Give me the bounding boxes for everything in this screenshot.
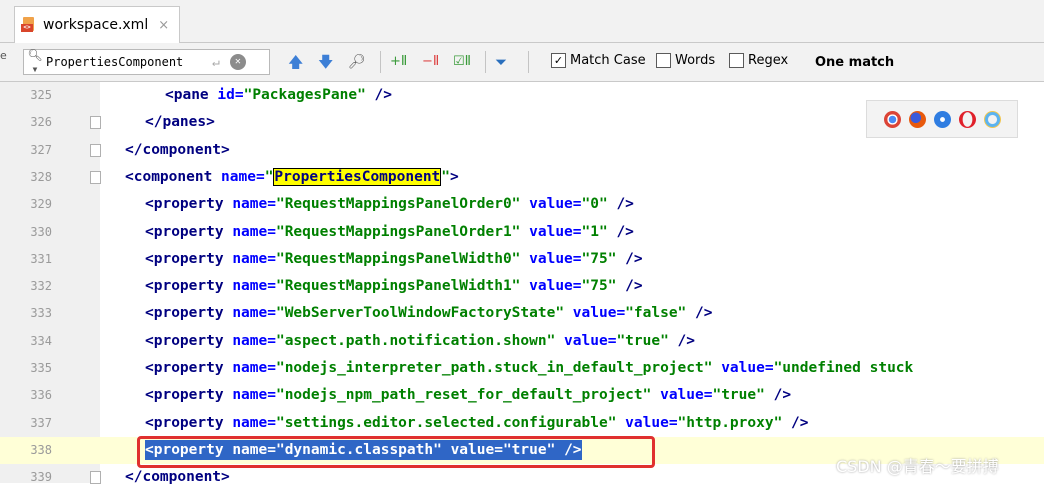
fold-marker-icon[interactable]: [90, 116, 101, 130]
chrome-icon[interactable]: [883, 110, 901, 128]
code-text: <property name="settings.editor.selected…: [145, 414, 809, 431]
search-icon[interactable]: 🔍︎▾: [24, 48, 46, 76]
fold-marker-icon[interactable]: [90, 143, 101, 157]
code-text: </panes>: [145, 114, 215, 131]
code-text: <property name="aspect.path.notification…: [145, 332, 696, 349]
line-number: 338: [30, 442, 52, 457]
firefox-icon[interactable]: [908, 110, 926, 128]
search-input[interactable]: [46, 55, 206, 69]
opera-icon[interactable]: [958, 110, 976, 128]
remove-occurrence-icon[interactable]: −Ⅱ: [422, 52, 439, 72]
code-text: <property name="RequestMappingsPanelOrde…: [145, 196, 634, 213]
fold-marker-icon[interactable]: [90, 170, 101, 184]
code-text: <pane id="PackagesPane" />: [165, 87, 393, 103]
checkbox-box[interactable]: [656, 53, 671, 68]
line-number: 325: [30, 88, 52, 102]
watermark: CSDN @青春～要拼搏: [836, 457, 999, 476]
line-number: 332: [30, 279, 52, 294]
line-number: 337: [30, 415, 52, 430]
add-occurrence-icon[interactable]: +Ⅱ: [390, 52, 407, 72]
code-text: <component name="PropertiesComponent">: [125, 167, 459, 186]
line-number: 329: [30, 197, 52, 212]
match-case-checkbox[interactable]: ✓ Match Case: [551, 53, 646, 68]
clipped-text: e: [0, 49, 7, 62]
tab-workspace-xml[interactable]: <> workspace.xml ×: [14, 6, 181, 43]
line-number: 331: [30, 251, 52, 266]
open-in-browser-bar: [866, 100, 1018, 138]
code-text: <property name="WebServerToolWindowFacto…: [145, 305, 713, 322]
find-all-icon[interactable]: 🔎︎: [348, 52, 366, 72]
line-number: 333: [30, 306, 52, 321]
tab-label: workspace.xml: [43, 17, 149, 33]
code-line[interactable]: 336 <property name="nodejs_npm_path_reset…: [0, 382, 1044, 409]
match-count: One match: [815, 55, 895, 70]
clear-search-icon[interactable]: ✕: [229, 54, 246, 70]
words-checkbox[interactable]: Words: [656, 53, 715, 68]
code-line[interactable]: 334 <property name="aspect.path.notificat…: [0, 328, 1044, 355]
code-line[interactable]: 332 <property name="RequestMappingsPanelW…: [0, 273, 1044, 300]
close-icon[interactable]: ×: [158, 18, 169, 33]
words-label: Words: [675, 53, 716, 68]
code-text: <property name="nodejs_interpreter_path.…: [145, 360, 914, 376]
code-line[interactable]: 327 </component>: [0, 137, 1044, 164]
code-text: </component>: [125, 141, 230, 158]
search-field[interactable]: 🔍︎▾ ↵ ✕: [23, 48, 270, 76]
fold-marker-icon[interactable]: [90, 471, 101, 485]
checkbox-box[interactable]: ✓: [551, 53, 566, 68]
editor-tab-bar: <> workspace.xml ×: [0, 0, 1044, 43]
line-number: 326: [30, 115, 52, 130]
next-occurrence-icon[interactable]: 🡇: [318, 52, 333, 72]
filter-icon[interactable]: ⏷: [495, 52, 507, 72]
code-text: <property name="nodejs_npm_path_reset_fo…: [145, 387, 792, 404]
xml-file-icon: <>: [21, 17, 37, 33]
line-number: 334: [30, 333, 52, 348]
find-toolbar: e 🔍︎▾ ↵ ✕ 🡅 🡇 🔎︎ +Ⅱ −Ⅱ ☑Ⅱ ⏷ ✓ Match Case…: [0, 43, 1044, 82]
line-number: 336: [30, 388, 52, 403]
line-number: 335: [30, 361, 52, 375]
code-line[interactable]: 335 <property name="nodejs_interpreter_pa…: [0, 355, 1044, 382]
annotation-highlight-box: [137, 436, 655, 468]
ie-icon[interactable]: [983, 110, 1001, 128]
safari-icon[interactable]: [933, 110, 951, 128]
line-number: 330: [30, 224, 52, 239]
code-line[interactable]: 328 <component name="PropertiesComponent"…: [0, 164, 1044, 191]
previous-occurrence-icon[interactable]: 🡅: [288, 52, 303, 72]
line-number: 327: [30, 142, 52, 157]
code-text: </component>: [125, 469, 230, 486]
line-number: 328: [30, 169, 52, 184]
code-line[interactable]: 337 <property name="settings.editor.selec…: [0, 410, 1044, 437]
select-all-occurrences-icon[interactable]: ☑Ⅱ: [453, 52, 471, 72]
regex-checkbox[interactable]: Regex: [729, 53, 788, 68]
code-line[interactable]: 331 <property name="RequestMappingsPanelW…: [0, 246, 1044, 273]
code-line[interactable]: 329 <property name="RequestMappingsPanelO…: [0, 191, 1044, 218]
code-editor[interactable]: 325 <pane id="PackagesPane" /> 326 </panes>…: [0, 82, 1044, 485]
code-text: <property name="RequestMappingsPanelWidt…: [145, 250, 643, 267]
line-number: 339: [30, 470, 52, 485]
code-text: <property name="RequestMappingsPanelWidt…: [145, 278, 643, 295]
code-line[interactable]: 330 <property name="RequestMappingsPanelO…: [0, 219, 1044, 246]
checkbox-box[interactable]: [729, 53, 744, 68]
match-case-label: Match Case: [570, 53, 646, 68]
enter-icon: ↵: [212, 54, 220, 70]
code-text: <property name="RequestMappingsPanelOrde…: [145, 223, 634, 240]
regex-label: Regex: [748, 53, 789, 68]
code-line[interactable]: 333 <property name="WebServerToolWindowFa…: [0, 300, 1044, 327]
